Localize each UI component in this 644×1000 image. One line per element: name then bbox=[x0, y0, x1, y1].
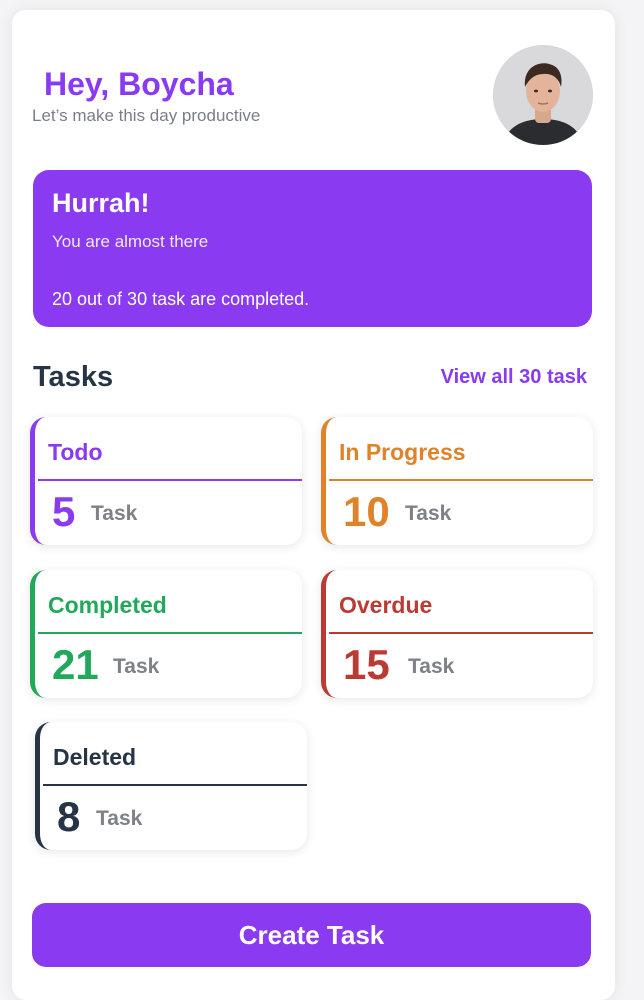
greeting-title: Hey, Boycha bbox=[44, 66, 234, 102]
user-avatar-icon bbox=[493, 45, 593, 145]
card-divider bbox=[38, 479, 302, 481]
card-unit: Task bbox=[91, 502, 138, 525]
card-count: 5 bbox=[52, 488, 76, 535]
card-count: 15 bbox=[343, 641, 390, 688]
task-card-in-progress[interactable]: In Progress 10 Task bbox=[321, 417, 593, 545]
card-divider bbox=[43, 784, 307, 786]
task-card-overdue[interactable]: Overdue 15 Task bbox=[321, 570, 593, 698]
card-count: 8 bbox=[57, 793, 81, 840]
tasks-heading: Tasks bbox=[33, 361, 114, 393]
banner-subtitle: You are almost there bbox=[52, 232, 209, 251]
banner-title: Hurrah! bbox=[52, 188, 150, 218]
card-divider bbox=[329, 632, 593, 634]
task-card-deleted[interactable]: Deleted 8 Task bbox=[35, 722, 307, 850]
card-divider bbox=[329, 479, 593, 481]
card-unit: Task bbox=[408, 655, 455, 678]
view-all-tasks-link[interactable]: View all 30 task bbox=[441, 366, 587, 389]
card-title: Todo bbox=[48, 439, 103, 465]
card-unit: Task bbox=[113, 655, 160, 678]
card-count: 10 bbox=[343, 488, 390, 535]
card-title: Deleted bbox=[53, 744, 137, 770]
card-unit: Task bbox=[96, 807, 143, 830]
create-task-button[interactable]: Create Task bbox=[32, 903, 591, 967]
card-title: Overdue bbox=[339, 592, 433, 618]
card-count: 21 bbox=[52, 641, 99, 688]
task-card-todo[interactable]: Todo 5 Task bbox=[30, 417, 302, 545]
banner-progress-text: 20 out of 30 task are completed. bbox=[52, 289, 310, 309]
card-divider bbox=[38, 632, 302, 634]
task-card-completed[interactable]: Completed 21 Task bbox=[30, 570, 302, 698]
progress-banner: Hurrah! You are almost there 20 out of 3… bbox=[33, 170, 592, 327]
card-title: Completed bbox=[48, 592, 167, 618]
card-title: In Progress bbox=[339, 439, 466, 465]
avatar[interactable] bbox=[493, 45, 593, 145]
card-unit: Task bbox=[405, 502, 452, 525]
greeting-subtitle: Let’s make this day productive bbox=[32, 106, 261, 125]
